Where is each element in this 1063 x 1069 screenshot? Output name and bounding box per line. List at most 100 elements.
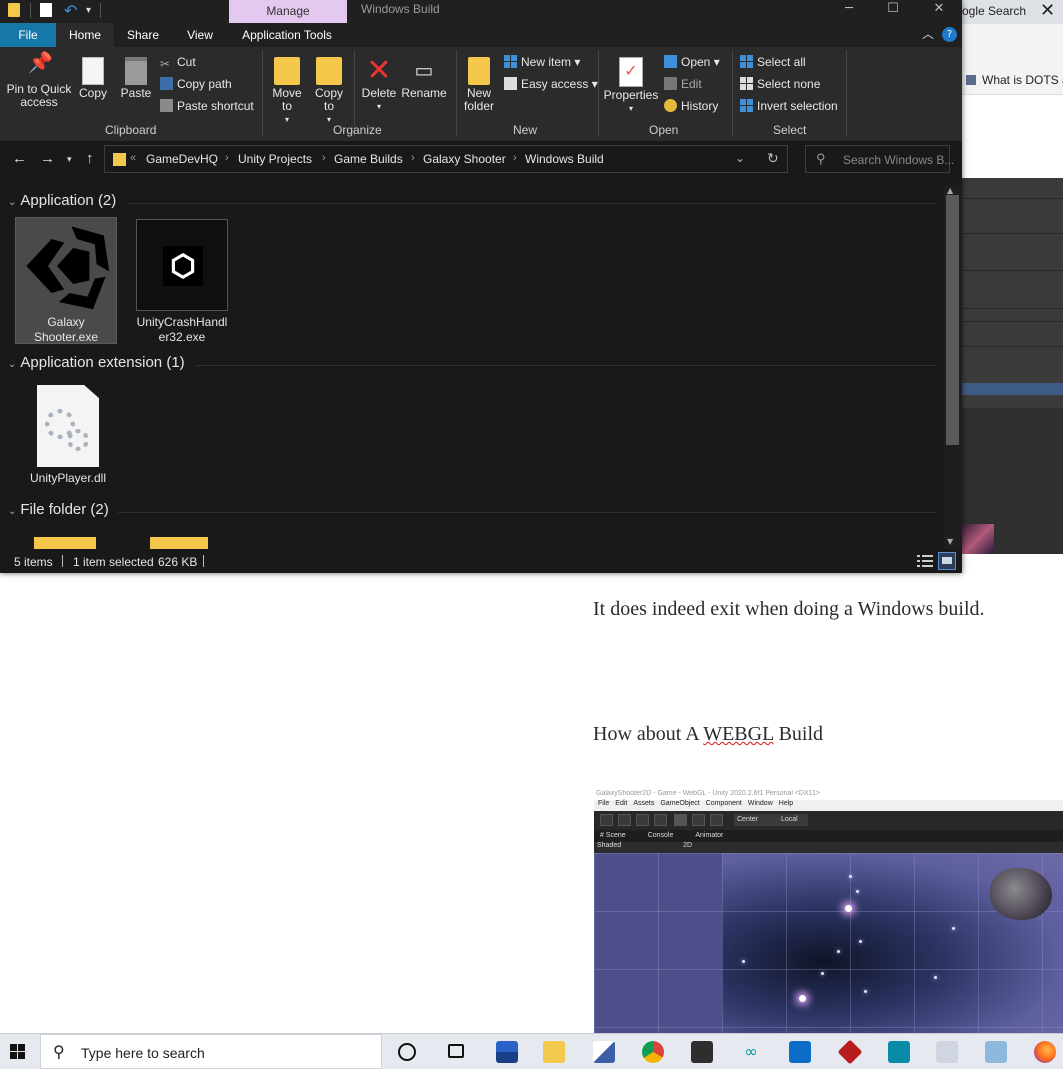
star-sprite [934, 976, 937, 979]
breadcrumb-overflow-icon[interactable]: « [130, 152, 136, 164]
unity-tab-bar: # Scene Console Animator [594, 830, 1063, 842]
edit-button[interactable]: Edit [664, 77, 702, 91]
chevron-right-icon[interactable]: › [411, 152, 415, 164]
up-arrow-icon[interactable]: ↑ [86, 150, 94, 167]
open-button[interactable]: Open ▾ [664, 55, 720, 69]
firefox-icon[interactable] [1034, 1041, 1056, 1063]
photos-icon[interactable] [936, 1041, 958, 1063]
chevron-right-icon[interactable]: › [322, 152, 326, 164]
folder-icon [113, 153, 126, 166]
rename-button[interactable]: ▭ Rename [401, 57, 447, 100]
tab-manage[interactable]: Manage [229, 0, 347, 23]
pivot-center-toggle: Center [734, 814, 778, 826]
new-folder-button[interactable]: New folder [460, 57, 498, 113]
unity-title: GalaxyShooter2D - Game - WebGL - Unity 2… [594, 790, 1063, 800]
folder-icon[interactable] [34, 537, 96, 549]
folder-icon[interactable] [150, 537, 208, 549]
game-icon[interactable] [837, 1039, 863, 1065]
tab-file[interactable]: File [0, 23, 56, 47]
large-icons-view-icon[interactable] [938, 552, 956, 570]
close-button[interactable]: ✕ [916, 0, 962, 23]
address-dropdown-icon[interactable]: ⌄ [735, 151, 745, 165]
breadcrumb-item[interactable]: Galaxy Shooter [423, 152, 506, 166]
maximize-button[interactable]: ☐ [870, 0, 916, 23]
unity-menu-item: File [598, 800, 610, 807]
easy-access-button[interactable]: Easy access ▾ [504, 77, 598, 91]
bookmark-link[interactable]: What is DOTS an [982, 73, 1063, 87]
chevron-up-icon[interactable]: ︿ [922, 25, 934, 42]
tab-share[interactable]: Share [114, 23, 172, 47]
pin-to-quick-access-button[interactable]: 📌 Pin to Quick access [4, 53, 74, 109]
delete-label: Delete [361, 86, 397, 100]
minimize-button[interactable]: ─ [826, 0, 872, 23]
cut-button[interactable]: ✂ Cut [160, 55, 196, 71]
browser-address-area[interactable] [962, 24, 1063, 67]
file-item-unityplayer-dll[interactable]: UnityPlayer.dll [18, 383, 118, 491]
customize-quick-access-icon[interactable]: ▾ [86, 5, 91, 16]
scroll-up-icon[interactable]: ▲ [947, 186, 953, 195]
cortana-icon[interactable] [398, 1043, 416, 1061]
undo-icon[interactable]: ↶ [64, 1, 77, 20]
forward-arrow-icon[interactable]: → [40, 150, 55, 167]
refresh-icon[interactable]: ↻ [767, 150, 779, 167]
breadcrumb-item[interactable]: Game Builds [334, 152, 403, 166]
mail-icon[interactable] [789, 1041, 811, 1063]
paste-shortcut-button[interactable]: Paste shortcut [160, 99, 254, 113]
file-item-galaxy-shooter[interactable]: Galaxy Shooter.exe [15, 217, 117, 344]
chrome-icon[interactable] [642, 1041, 664, 1063]
search-input[interactable]: ⚲ Search Windows B... [805, 145, 954, 173]
group-header-application[interactable]: ⌄ Application (2) [8, 192, 116, 209]
group-header-application-extension[interactable]: ⌄ Application extension (1) [8, 354, 185, 371]
invert-selection-label: Invert selection [757, 99, 838, 113]
move-to-button[interactable]: Move to ▾ [268, 57, 306, 126]
notepad-icon[interactable] [985, 1041, 1007, 1063]
tab-application-tools[interactable]: Application Tools [228, 23, 346, 47]
vscode-icon[interactable] [888, 1041, 910, 1063]
properties-button[interactable]: ✓ Properties ▾ [602, 57, 660, 115]
star-sprite [859, 940, 862, 943]
history-button[interactable]: History [664, 99, 718, 113]
address-bar[interactable]: « GameDevHQ › Unity Projects › Game Buil… [104, 145, 788, 173]
scroll-down-icon[interactable]: ▼ [947, 537, 953, 546]
scrollbar-thumb[interactable] [946, 195, 959, 445]
properties-check-icon[interactable] [40, 3, 52, 17]
divider [62, 555, 63, 567]
tab-view[interactable]: View [172, 23, 228, 47]
new-item-button[interactable]: New item ▾ [504, 55, 580, 69]
chevron-right-icon[interactable]: › [225, 152, 229, 164]
back-arrow-icon[interactable]: ← [12, 150, 27, 167]
tab-home[interactable]: Home [56, 23, 114, 47]
details-view-icon[interactable] [917, 554, 933, 568]
breadcrumb-item[interactable]: GameDevHQ [146, 152, 218, 166]
task-view-icon[interactable] [448, 1044, 464, 1058]
breadcrumb-item-current[interactable]: Windows Build [525, 152, 604, 166]
copy-to-button[interactable]: Copy to ▾ [310, 57, 348, 126]
file-item-unity-crash-handler[interactable]: UnityCrashHandler32.exe [134, 217, 230, 344]
paint-icon[interactable] [593, 1041, 615, 1063]
recent-locations-chevron-icon[interactable]: ▾ [67, 154, 72, 165]
file-explorer-icon[interactable] [543, 1041, 565, 1063]
chevron-right-icon[interactable]: › [513, 152, 517, 164]
browser-tab-close-icon[interactable]: ✕ [1040, 0, 1055, 21]
group-header-file-folder[interactable]: ⌄ File folder (2) [8, 501, 109, 518]
store-icon[interactable] [691, 1041, 713, 1063]
copy-button[interactable]: Copy [76, 57, 110, 100]
select-none-button[interactable]: Select none [740, 77, 820, 91]
file-list: ⌄ Application (2) Galaxy Shooter.exe Unit [0, 185, 944, 549]
help-icon[interactable]: ? [942, 27, 957, 42]
invert-selection-button[interactable]: Invert selection [740, 99, 838, 113]
select-all-button[interactable]: Select all [740, 55, 806, 69]
start-button[interactable] [0, 1034, 38, 1069]
paste-button[interactable]: Paste [118, 57, 154, 100]
breadcrumb-item[interactable]: Unity Projects [238, 152, 312, 166]
taskbar-search-box[interactable]: ⚲ Type here to search [40, 1034, 382, 1069]
tetris-icon[interactable] [496, 1041, 518, 1063]
pivot-local-toggle: Local [778, 814, 808, 826]
folder-icon[interactable] [8, 3, 20, 17]
copy-path-button[interactable]: Copy path [160, 77, 232, 91]
unity-tab: Console [647, 832, 674, 839]
arduino-icon[interactable]: ∞ [740, 1041, 762, 1063]
asteroid-sprite [990, 868, 1052, 920]
browser-tab-title[interactable]: ogle Search [962, 4, 1026, 18]
delete-button[interactable]: ✕ Delete ▾ [358, 56, 400, 113]
